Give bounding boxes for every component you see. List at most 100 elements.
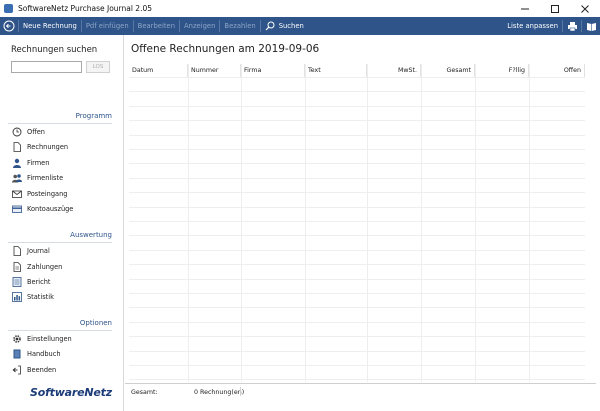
column-header-datum[interactable]: Datum xyxy=(129,64,188,77)
page-title: Offene Rechnungen am 2019-09-06 xyxy=(131,43,320,55)
app-icon xyxy=(4,4,13,13)
printer-icon xyxy=(567,21,577,31)
customize-list-button[interactable]: Liste anpassen xyxy=(503,17,562,35)
book-icon xyxy=(12,349,22,359)
table-header: Datum Nummer Firma Text MwSt. Gesamt F?l… xyxy=(129,64,585,77)
close-icon xyxy=(581,4,589,13)
sidebar-item-label: Zahlungen xyxy=(27,263,63,271)
sidebar: Rechnungen suchen LOS Programm Offen Rec… xyxy=(0,35,124,411)
grid-column-line xyxy=(188,64,189,382)
sidebar-item-zahlungen[interactable]: Zahlungen xyxy=(12,261,62,273)
grid-row-line xyxy=(129,365,585,366)
column-header-offen[interactable]: Offen xyxy=(529,64,585,77)
grid-row-line xyxy=(129,307,585,308)
sidebar-item-journal[interactable]: Journal xyxy=(12,245,50,257)
grid-row-line xyxy=(129,91,585,92)
grid-row-line xyxy=(129,163,585,164)
gear-icon xyxy=(12,334,22,344)
search-go-button[interactable]: LOS xyxy=(86,61,110,73)
grid-column-line xyxy=(529,64,530,382)
sidebar-item-rechnungen[interactable]: Rechnungen xyxy=(12,141,68,153)
grid-column-line xyxy=(421,64,422,382)
search-title: Rechnungen suchen xyxy=(11,45,98,55)
sidebar-item-label: Statistik xyxy=(27,293,54,301)
main-content: Offene Rechnungen am 2019-09-06 Datum Nu… xyxy=(125,35,600,411)
column-header-mwst[interactable]: MwSt. xyxy=(367,64,421,77)
grid-row-line xyxy=(129,106,585,107)
sidebar-item-label: Kontoauszüge xyxy=(27,205,74,213)
grid-row-line xyxy=(129,336,585,337)
invoice-count: 0 Rechnung(en) xyxy=(194,389,245,396)
column-header-nummer[interactable]: Nummer xyxy=(188,64,241,77)
document-icon xyxy=(12,142,22,152)
table-scroll-area xyxy=(585,64,600,382)
sidebar-item-firmenliste[interactable]: Firmenliste xyxy=(12,172,63,184)
grid-row-line xyxy=(129,77,585,78)
sidebar-item-label: Einstellungen xyxy=(27,335,72,343)
grid-row-line xyxy=(129,178,585,179)
person-icon xyxy=(12,158,22,168)
card-icon xyxy=(12,204,22,214)
invoice-table[interactable]: Datum Nummer Firma Text MwSt. Gesamt F?l… xyxy=(129,64,600,382)
grid-column-line xyxy=(241,64,242,382)
clock-icon xyxy=(12,127,22,137)
pay-button[interactable]: Bezahlen xyxy=(220,17,259,35)
back-button[interactable] xyxy=(0,17,18,35)
sidebar-item-label: Firmen xyxy=(27,159,50,167)
invoice-search-input[interactable] xyxy=(11,61,82,73)
grid-row-line xyxy=(129,264,585,265)
edit-button[interactable]: Bearbeiten xyxy=(134,17,179,35)
new-invoice-button[interactable]: Neue Rechnung xyxy=(19,17,81,35)
column-header-gesamt[interactable]: Gesamt xyxy=(421,64,475,77)
search-button[interactable]: Suchen xyxy=(261,17,308,35)
column-header-firma[interactable]: Firma xyxy=(241,64,305,77)
section-optionen: Optionen xyxy=(8,319,112,331)
sidebar-item-firmen[interactable]: Firmen xyxy=(12,157,49,169)
sidebar-item-bericht[interactable]: Bericht xyxy=(12,276,51,288)
print-button[interactable] xyxy=(563,17,581,35)
sidebar-item-kontoauszuege[interactable]: Kontoauszüge xyxy=(12,203,73,215)
grid-row-line xyxy=(129,120,585,121)
sidebar-item-posteingang[interactable]: Posteingang xyxy=(12,188,67,200)
journal-icon xyxy=(12,246,22,256)
insert-pdf-button[interactable]: Pdf einfügen xyxy=(82,17,133,35)
total-label: Gesamt: xyxy=(131,389,158,396)
payments-icon xyxy=(12,262,22,272)
grid-row-line xyxy=(129,235,585,236)
back-arrow-icon xyxy=(3,20,15,32)
sidebar-item-offen[interactable]: Offen xyxy=(12,126,45,138)
help-button[interactable] xyxy=(582,17,600,35)
sidebar-item-einstellungen[interactable]: Einstellungen xyxy=(12,333,72,345)
sidebar-item-beenden[interactable]: Beenden xyxy=(12,364,56,376)
close-button[interactable] xyxy=(570,0,600,17)
section-auswertung: Auswertung xyxy=(8,231,112,243)
sidebar-item-label: Beenden xyxy=(27,366,57,374)
maximize-button[interactable] xyxy=(540,0,570,17)
minimize-button[interactable] xyxy=(510,0,540,17)
report-icon xyxy=(12,277,22,287)
view-button[interactable]: Anzeigen xyxy=(180,17,219,35)
help-book-icon xyxy=(586,22,596,31)
logo-text: SoftwareNetz xyxy=(30,386,112,399)
grid-row-line xyxy=(129,379,585,380)
grid-row-line xyxy=(129,322,585,323)
title-bar: SoftwareNetz Purchase Journal 2.05 xyxy=(0,0,600,17)
sidebar-item-statistik[interactable]: Statistik xyxy=(12,291,54,303)
grid-row-line xyxy=(129,351,585,352)
footer-divider xyxy=(125,383,596,384)
sidebar-item-label: Rechnungen xyxy=(27,143,69,151)
grid-column-line xyxy=(305,64,306,382)
maximize-icon xyxy=(551,4,559,13)
softwarenetz-logo: SoftwareNetz xyxy=(30,386,112,399)
chart-icon xyxy=(12,292,22,302)
grid-row-line xyxy=(129,149,585,150)
sidebar-item-handbuch[interactable]: Handbuch xyxy=(12,348,61,360)
toolbar: Neue Rechnung Pdf einfügen Bearbeiten An… xyxy=(0,17,600,35)
window-title: SoftwareNetz Purchase Journal 2.05 xyxy=(18,4,153,13)
exit-icon xyxy=(12,365,22,375)
column-header-text[interactable]: Text xyxy=(305,64,367,77)
column-header-faellig[interactable]: F?llig xyxy=(475,64,529,77)
grid-row-line xyxy=(129,192,585,193)
people-icon xyxy=(12,173,22,183)
sidebar-item-label: Offen xyxy=(27,128,45,136)
